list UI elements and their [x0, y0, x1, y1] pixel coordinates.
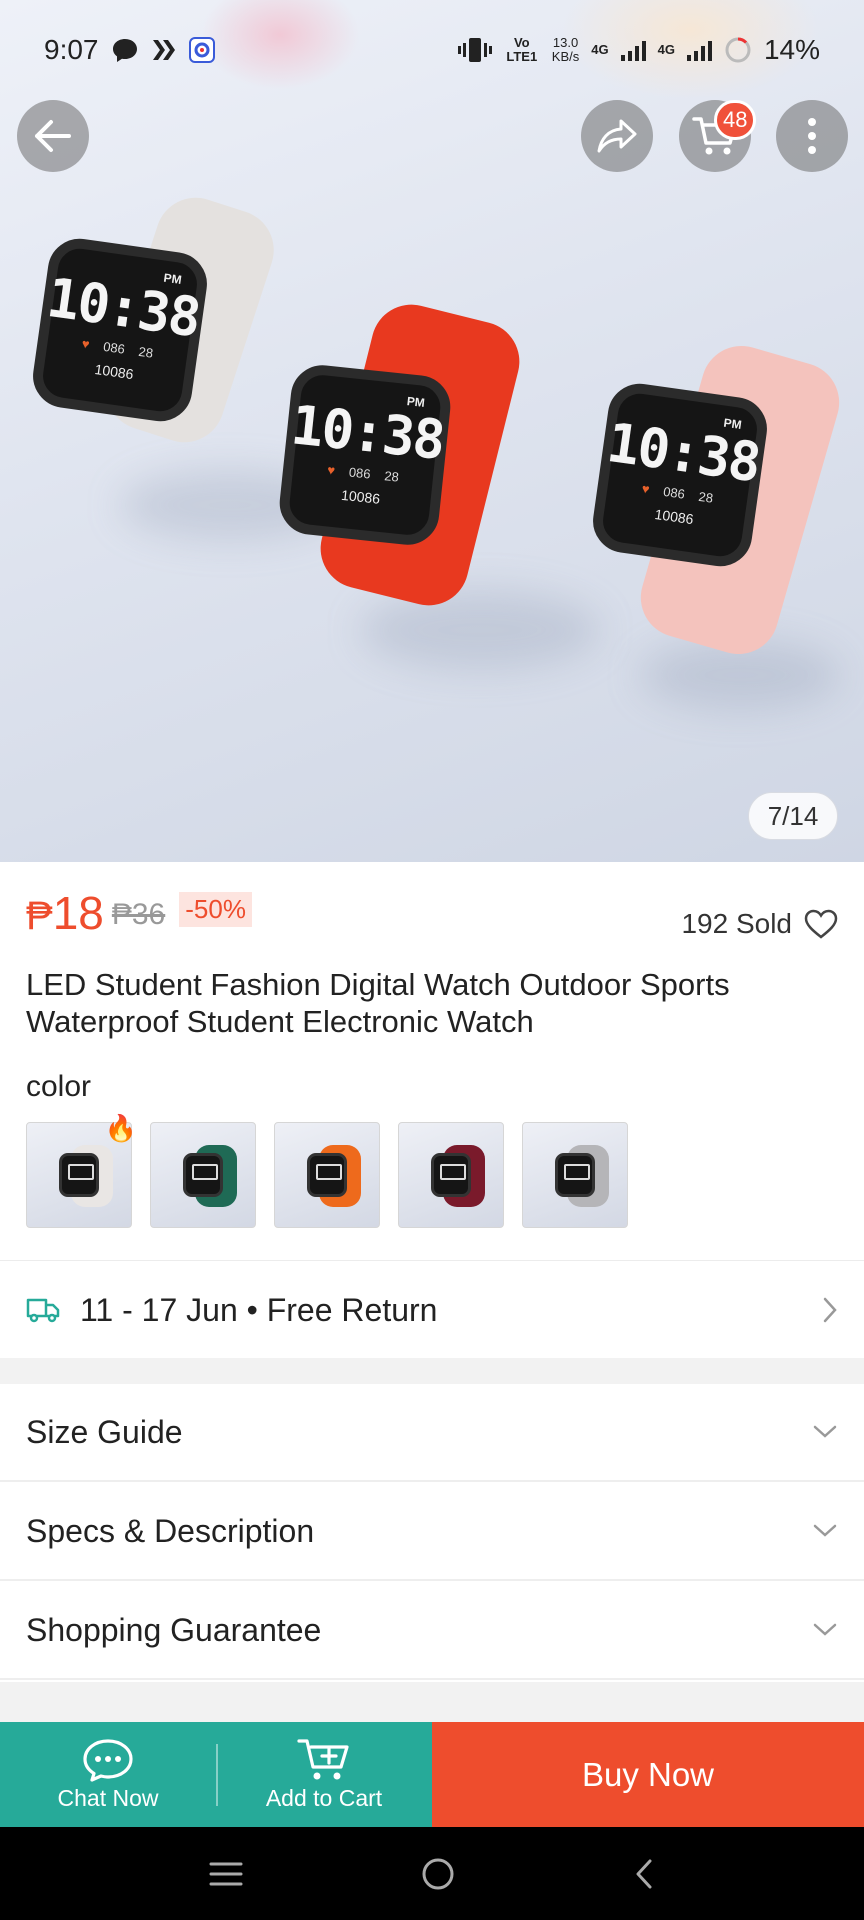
chat-icon	[83, 1739, 133, 1782]
bottom-action-bar: Chat Now Add to Cart Buy Now	[0, 1722, 864, 1827]
chat-now-button[interactable]: Chat Now	[0, 1722, 216, 1827]
color-swatch[interactable]	[398, 1122, 504, 1228]
product-title: LED Student Fashion Digital Watch Outdoo…	[26, 967, 730, 1040]
current-price: ₱18	[26, 890, 104, 936]
price-value: 18	[52, 887, 104, 939]
chat-bubble-icon	[112, 39, 137, 62]
app-notification-icon	[188, 37, 215, 63]
system-navigation-bar	[0, 1827, 864, 1920]
status-time: 9:07	[44, 34, 99, 65]
color-swatch[interactable]	[522, 1122, 628, 1228]
home-icon[interactable]	[420, 1856, 456, 1892]
heart-icon[interactable]	[804, 909, 838, 939]
more-options-button[interactable]	[776, 100, 848, 172]
battery-ring-icon	[725, 37, 751, 63]
delivery-row[interactable]: 11 - 17 Jun • Free Return	[0, 1262, 864, 1358]
back-button[interactable]	[17, 100, 89, 172]
accordion-label: Shopping Guarantee	[26, 1611, 322, 1648]
specs-description-accordion[interactable]: Specs & Description	[0, 1483, 864, 1581]
add-to-cart-button[interactable]: Add to Cart	[216, 1722, 432, 1827]
image-counter: 7/14	[748, 792, 838, 840]
status-bar: 9:07 Vo LTE1 13.0 KB/s 4G 4G 14%	[0, 0, 864, 100]
network-type-1: 4G	[591, 42, 609, 58]
color-swatch[interactable]: 🔥	[26, 1113, 137, 1228]
price-currency: ₱	[26, 894, 53, 938]
accordion-label: Specs & Description	[26, 1512, 315, 1549]
color-label: color	[26, 1070, 92, 1103]
shopping-guarantee-accordion[interactable]: Shopping Guarantee	[0, 1582, 864, 1680]
cart-count-badge: 48	[714, 100, 757, 140]
more-vertical-icon	[808, 118, 816, 154]
chevron-down-icon	[813, 1524, 837, 1537]
vibrate-icon	[457, 38, 492, 62]
buy-now-label: Buy Now	[581, 1755, 715, 1793]
sold-count: 192 Sold	[681, 908, 792, 939]
network-speed-unit: KB/s	[551, 49, 580, 64]
section-spacer	[0, 1358, 864, 1384]
buy-now-button[interactable]: Buy Now	[432, 1722, 864, 1827]
section-spacer	[0, 1682, 864, 1722]
media-icon	[152, 40, 175, 60]
swatch-watch-face	[183, 1153, 223, 1197]
color-swatch[interactable]	[274, 1122, 380, 1228]
accordion-label: Size Guide	[26, 1413, 183, 1450]
hot-fire-icon: 🔥	[104, 1113, 137, 1143]
truck-icon	[26, 1298, 60, 1323]
chat-now-label: Chat Now	[57, 1785, 159, 1811]
signal-icon	[686, 39, 712, 61]
sold-count-row: 192 Sold	[681, 908, 838, 940]
arrow-left-icon	[35, 120, 71, 152]
swatch-watch-face	[59, 1153, 99, 1197]
signal-icon	[620, 39, 646, 61]
chevron-down-icon	[813, 1623, 837, 1636]
battery-percent: 14%	[763, 34, 820, 65]
share-button[interactable]	[581, 100, 653, 172]
swatch-watch-face	[555, 1153, 595, 1197]
original-price: ₱36	[111, 898, 166, 931]
color-swatch[interactable]	[150, 1122, 256, 1228]
color-swatches: 🔥	[26, 1113, 628, 1228]
add-cart-icon	[297, 1739, 349, 1780]
swatch-watch-face	[431, 1153, 471, 1197]
share-icon	[597, 119, 637, 153]
delivery-text: 11 - 17 Jun • Free Return	[80, 1291, 438, 1328]
size-guide-accordion[interactable]: Size Guide	[0, 1384, 864, 1482]
divider	[0, 1260, 864, 1261]
discount-badge: -50%	[179, 892, 252, 927]
volte-indicator: Vo LTE1	[506, 35, 538, 64]
add-to-cart-label: Add to Cart	[265, 1785, 383, 1811]
menu-icon[interactable]	[208, 1860, 244, 1888]
network-speed: 13.0 KB/s	[552, 36, 579, 63]
watch-shadow	[360, 590, 600, 670]
chevron-down-icon	[813, 1425, 837, 1438]
network-type-2: 4G	[657, 42, 675, 58]
swatch-watch-face	[307, 1153, 347, 1197]
price-row: ₱18 ₱36 -50%	[26, 890, 252, 936]
back-nav-icon[interactable]	[632, 1857, 656, 1891]
chevron-right-icon	[823, 1297, 837, 1323]
